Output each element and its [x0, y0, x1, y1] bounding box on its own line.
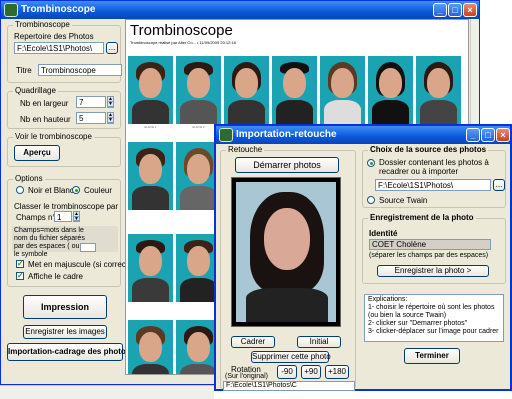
- dialog-close-icon[interactable]: ×: [496, 128, 510, 142]
- field-input[interactable]: 1: [54, 211, 72, 222]
- maximize-icon[interactable]: □: [448, 3, 462, 17]
- preview-button[interactable]: Aperçu: [14, 145, 60, 161]
- retouch-group-label: Retouche: [226, 145, 265, 154]
- retouch-photo-body: [246, 288, 328, 322]
- canvas-subtitle: Trombinoscope réalisé par Alter Co... • …: [130, 40, 236, 45]
- identity-label: Identité: [369, 229, 398, 238]
- explanation-line-2: (ou bien la source Twain): [368, 312, 447, 319]
- photo-dir-label: Repertoire des Photos: [14, 32, 94, 41]
- photo-dir-browse-button[interactable]: ...: [106, 42, 118, 54]
- save-photo-group-label: Enregistrement de la photo: [368, 213, 476, 222]
- field-label: Champs n°: [16, 213, 56, 222]
- dialog-titlebar[interactable]: Importation-retouche _ □ ×: [216, 126, 510, 144]
- rotate-180-button[interactable]: +180: [325, 365, 349, 379]
- rotate-minus-90-button[interactable]: -90: [277, 365, 297, 379]
- frame-label: Affiche le cadre: [28, 272, 83, 281]
- source-group: Choix de la source des photos Dossier co…: [362, 145, 506, 208]
- grid-width-spinner[interactable]: ▲ ▼: [107, 96, 114, 108]
- delete-photo-button[interactable]: Supprimer cette photo: [251, 351, 331, 363]
- initial-button[interactable]: Initial: [297, 336, 341, 348]
- twain-source-radio[interactable]: [367, 196, 375, 204]
- explanation-line-3: 2- clicker sur "Demarrer photos": [368, 320, 468, 327]
- finish-button[interactable]: Terminer: [404, 348, 460, 364]
- dialog-app-icon: [219, 128, 233, 142]
- explanations-box[interactable]: Explications: 1- choisir le répertoire o…: [364, 294, 504, 342]
- save-photo-button[interactable]: Enregistrer la photo >: [377, 265, 489, 277]
- title-input[interactable]: Trombinoscope: [38, 64, 122, 76]
- photo-r1c6[interactable]: [368, 56, 413, 124]
- print-button[interactable]: Impression: [23, 295, 107, 319]
- options-group-label: Options: [13, 174, 45, 183]
- frame-crop-button[interactable]: Cadrer: [231, 336, 275, 348]
- photo-frame[interactable]: [231, 177, 341, 327]
- grid-width-label: Nb en largeur: [20, 99, 69, 108]
- explanation-line-4: 3- clicker-déplacer sur l'image pour cad…: [368, 328, 499, 335]
- photo-dir-input[interactable]: F:\Ecole\1S1\Photos\: [14, 42, 104, 54]
- photo-r3c1[interactable]: [128, 234, 173, 302]
- rotation-sub-label: (Sur l'original): [225, 373, 268, 380]
- save-photo-group: Enregistrement de la photo Identité COET…: [362, 213, 506, 284]
- explanation-line-0: Explications:: [368, 296, 408, 303]
- grid-group-label: Quadrillage: [13, 86, 58, 95]
- caption-1: ELEVE 1: [144, 125, 157, 129]
- photo-r1c2[interactable]: [176, 56, 221, 124]
- settings-group-label: Trombinoscope: [13, 20, 72, 29]
- source-group-label: Choix de la source des photos: [368, 145, 489, 154]
- start-photos-button[interactable]: Démarrer photos: [235, 157, 339, 173]
- photo-r2c1[interactable]: [128, 142, 173, 210]
- photo-r1c4[interactable]: [272, 56, 317, 124]
- grid-height-label: Nb en hauteur: [20, 115, 71, 124]
- title-label: Titre: [16, 66, 32, 75]
- folder-source-radio[interactable]: [367, 159, 375, 167]
- import-dialog: Importation-retouche _ □ × Retouche Déma…: [214, 124, 512, 391]
- identity-hint: (séparer les champs par des espaces): [369, 252, 489, 259]
- field-spinner[interactable]: ▲ ▼: [73, 211, 80, 222]
- save-images-button[interactable]: Enregistrer les images: [23, 325, 107, 339]
- retouch-photo-face: [264, 208, 310, 270]
- explanation-line-1: 1- choisir le répertoire où sont les pho…: [368, 304, 495, 311]
- frame-checkbox[interactable]: ✓: [16, 272, 24, 280]
- options-group: Options Noir et Blanc Couleur Classer le…: [7, 174, 131, 287]
- horizontal-scrollbar[interactable]: [0, 385, 214, 399]
- separator-input[interactable]: [80, 243, 96, 252]
- rotate-plus-90-button[interactable]: +90: [301, 365, 321, 379]
- preview-group-label: Voir le trombinoscope: [13, 132, 94, 141]
- uppercase-checkbox[interactable]: ✓: [16, 260, 24, 268]
- canvas-title: Trombinoscope: [130, 22, 233, 39]
- app-icon: [4, 3, 18, 17]
- dialog-title: Importation-retouche: [236, 129, 337, 140]
- source-folder-browse-button[interactable]: ...: [493, 179, 505, 191]
- dialog-minimize-icon[interactable]: _: [466, 128, 480, 142]
- folder-source-label: Dossier contenant les photos à recadrer …: [379, 158, 489, 176]
- photo-r1c7[interactable]: [416, 56, 461, 124]
- dialog-maximize-icon[interactable]: □: [481, 128, 495, 142]
- preview-group: Voir le trombinoscope Aperçu: [7, 132, 121, 167]
- main-titlebar[interactable]: Trombinoscope _ □ ×: [1, 1, 479, 19]
- minimize-icon[interactable]: _: [433, 3, 447, 17]
- settings-group: Trombinoscope Repertoire des Photos F:\E…: [7, 20, 122, 83]
- bw-radio[interactable]: [16, 186, 24, 194]
- current-photo-path[interactable]: F:\Ecole\1S1\Photos\C: [223, 381, 355, 391]
- sort-label: Classer le trombinoscope par: [14, 202, 119, 211]
- photo-r1c5[interactable]: [320, 56, 365, 124]
- grid-group: Quadrillage Nb en largeur 7 ▲ ▼ Nb en hau…: [7, 86, 121, 129]
- photo-r1c3[interactable]: [224, 56, 269, 124]
- photo-r1c1[interactable]: [128, 56, 173, 124]
- grid-width-input[interactable]: 7: [76, 96, 106, 108]
- photo-r4c1[interactable]: [128, 320, 173, 374]
- color-label: Couleur: [84, 186, 113, 195]
- close-icon[interactable]: ×: [463, 3, 477, 17]
- main-window-title: Trombinoscope: [21, 4, 96, 15]
- twain-source-label: Source Twain: [379, 196, 428, 205]
- bw-label: Noir et Blanc: [28, 186, 74, 195]
- grid-height-spinner[interactable]: ▲ ▼: [107, 112, 114, 124]
- color-radio[interactable]: [72, 186, 80, 194]
- import-photos-button[interactable]: Importation-cadrage des photos: [7, 343, 130, 361]
- uppercase-label: Met en majuscule (si correct): [28, 260, 131, 269]
- retouch-group: Retouche Démarrer photos Cadrer Initial …: [220, 145, 356, 391]
- grid-height-input[interactable]: 5: [76, 112, 106, 124]
- identity-input[interactable]: COET Cholène: [369, 239, 491, 250]
- source-folder-input[interactable]: F:\Ecole\1S1\Photos\: [375, 179, 491, 191]
